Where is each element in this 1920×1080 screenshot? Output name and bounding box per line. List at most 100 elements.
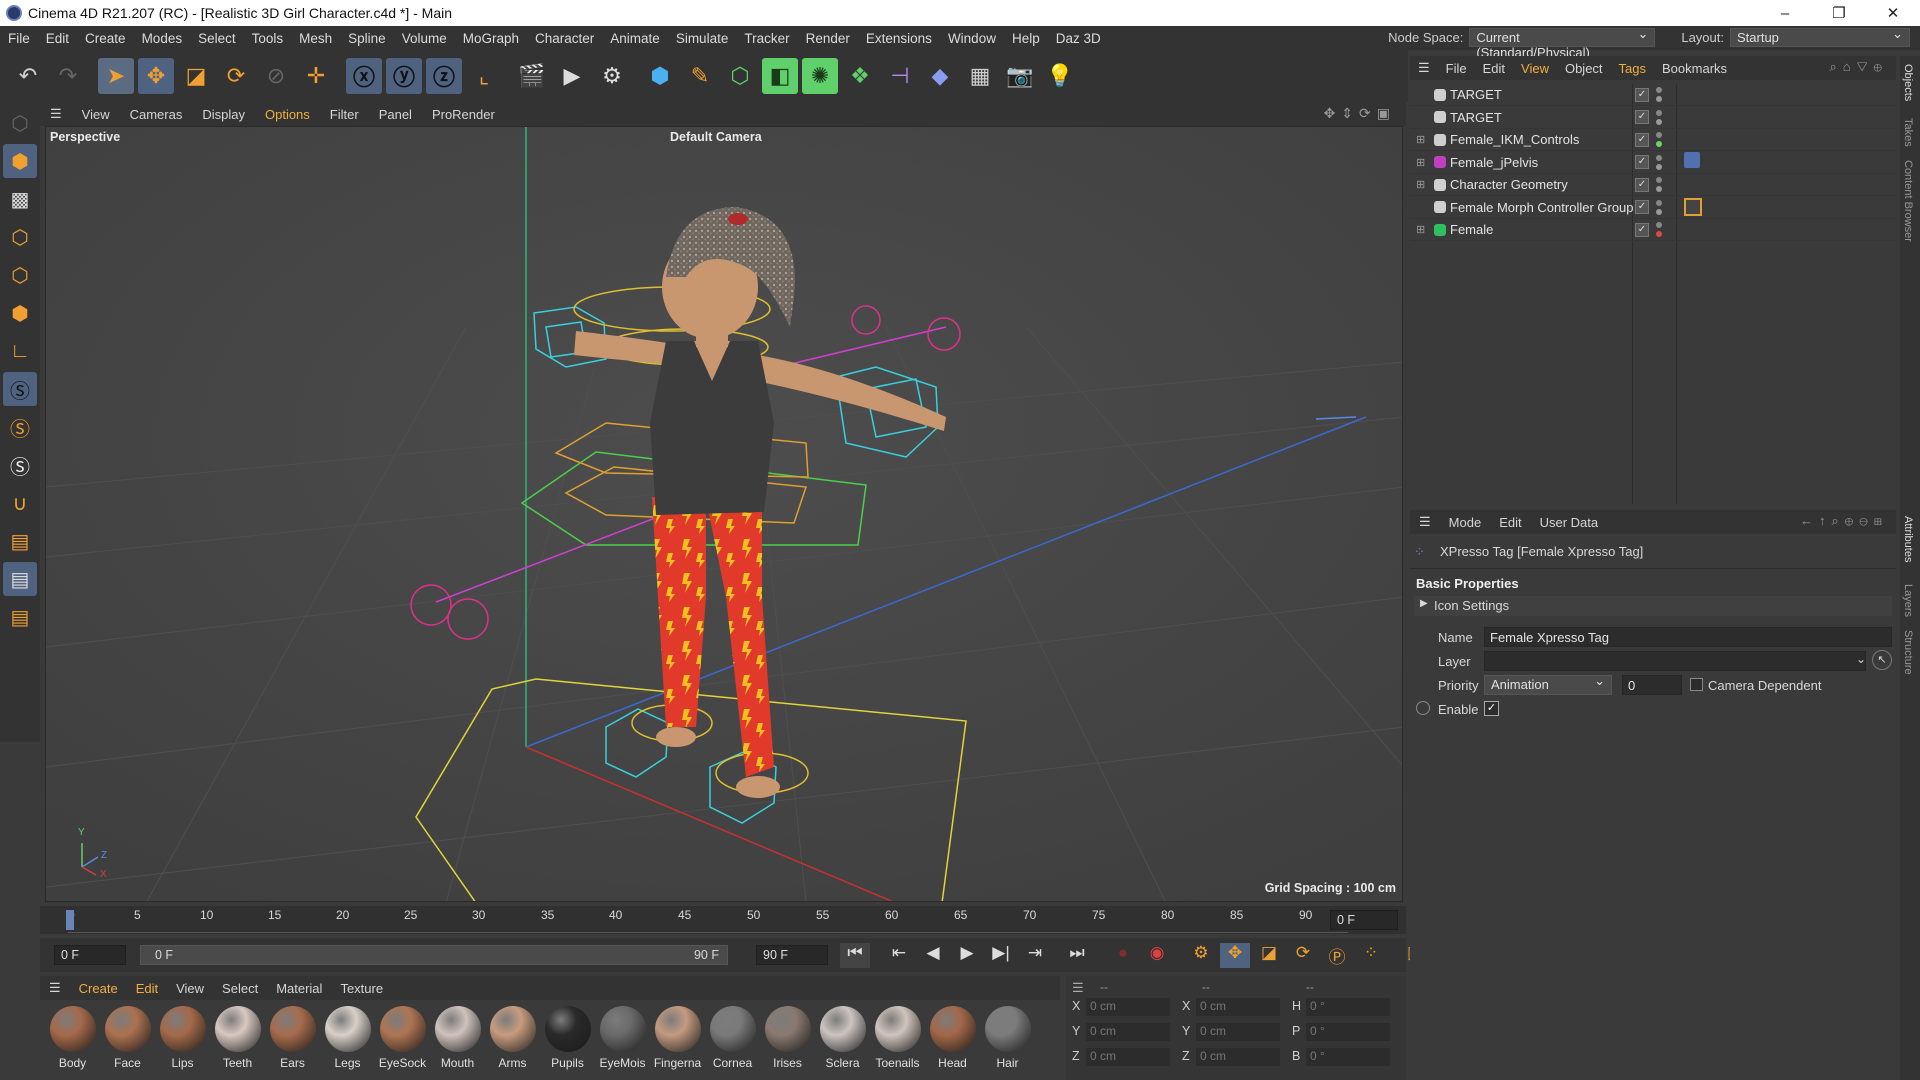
editor-visibility-dot[interactable] xyxy=(1656,132,1662,138)
coords-hamburger-icon[interactable]: ☰ xyxy=(1072,980,1084,996)
model-mode-icon[interactable]: ⬢ xyxy=(3,144,37,178)
viewport-menu-display[interactable]: Display xyxy=(192,107,255,122)
layer-check-icon[interactable]: ✓ xyxy=(1635,222,1649,237)
object-menu-edit[interactable]: Edit xyxy=(1475,61,1513,76)
render-visibility-dot[interactable] xyxy=(1656,231,1662,237)
material-swatch[interactable]: Hair xyxy=(980,1003,1035,1080)
layout-select[interactable]: Startup xyxy=(1730,26,1910,47)
frame-range-slider[interactable]: 0 F 90 F xyxy=(140,945,728,965)
attributes-menu-edit[interactable]: Edit xyxy=(1490,515,1530,530)
viewport-nav-icons[interactable]: ✥⇕⟳▣ xyxy=(1324,105,1396,122)
tab-content-browser[interactable]: Content Browser xyxy=(1902,160,1914,242)
material-swatch[interactable]: EyeSock xyxy=(375,1003,430,1080)
layer-check-icon[interactable]: ✓ xyxy=(1635,87,1649,102)
make-editable-icon[interactable]: ⬡ xyxy=(3,106,37,140)
menu-modes[interactable]: Modes xyxy=(134,31,191,46)
render-visibility-dot[interactable] xyxy=(1656,208,1662,215)
rotation-field[interactable]: 0 ° xyxy=(1306,1023,1390,1041)
object-row[interactable]: TARGET ✓ xyxy=(1410,84,1896,106)
scale-tool-icon[interactable]: ◪ xyxy=(178,58,214,94)
object-row[interactable]: ⊞ Character Geometry ✓ xyxy=(1410,174,1896,196)
size-field[interactable]: 0 cm xyxy=(1196,1048,1280,1066)
priority-select[interactable]: Animation xyxy=(1484,673,1612,695)
object-menu-tags[interactable]: Tags xyxy=(1611,61,1654,76)
node-space-select[interactable]: Current (Standard/Physical) xyxy=(1469,26,1656,60)
start-frame-field[interactable]: 0 F xyxy=(54,945,126,965)
next-key-icon[interactable]: ⇥ xyxy=(1020,943,1050,968)
material-swatch[interactable]: Cornea xyxy=(705,1003,760,1080)
viewport-menu-prorender[interactable]: ProRender xyxy=(422,107,505,122)
object-menu-view[interactable]: View xyxy=(1513,61,1557,76)
cloner-icon[interactable]: ❖ xyxy=(842,58,878,94)
menu-volume[interactable]: Volume xyxy=(394,31,455,46)
menu-extensions[interactable]: Extensions xyxy=(858,31,940,46)
object-row[interactable]: ⊞ Female_IKM_Controls ✓ xyxy=(1410,129,1896,151)
light-object-icon[interactable]: 💡 xyxy=(1042,58,1078,94)
layer-check-icon[interactable]: ✓ xyxy=(1635,110,1649,124)
maximize-button[interactable]: ❐ xyxy=(1812,0,1866,26)
layer-check-icon[interactable]: ✓ xyxy=(1635,200,1649,214)
layer-check-icon[interactable]: ✓ xyxy=(1635,177,1649,192)
play-icon[interactable]: ▶ xyxy=(952,943,982,968)
planar-workplane-icon[interactable]: ▤ xyxy=(3,600,37,634)
next-frame-icon[interactable]: ▶| xyxy=(986,943,1016,968)
object-menu-bookmarks[interactable]: Bookmarks xyxy=(1654,61,1735,76)
redo-icon[interactable]: ↷ xyxy=(50,58,86,94)
render-visibility-dot[interactable] xyxy=(1656,96,1662,102)
material-swatch[interactable]: Head xyxy=(925,1003,980,1080)
icon-settings-group[interactable]: ▶ Icon Settings xyxy=(1414,596,1892,616)
material-swatch[interactable]: Toenails xyxy=(870,1003,925,1080)
workplane-icon[interactable]: ▤ xyxy=(3,524,37,558)
x-axis-lock-icon[interactable]: ⓧ xyxy=(346,58,382,94)
expand-arrow-icon[interactable]: ▶ xyxy=(1420,598,1428,609)
material-swatch[interactable]: Teeth xyxy=(210,1003,265,1080)
material-menu-view[interactable]: View xyxy=(167,981,213,996)
attributes-nav-icons[interactable]: ←↑⌕⊕⊖⊞ xyxy=(1800,513,1888,529)
render-picture-viewer-icon[interactable]: ▶ xyxy=(554,58,590,94)
material-swatch[interactable]: Face xyxy=(100,1003,155,1080)
select-tool-icon[interactable]: ➤ xyxy=(98,58,134,94)
viewport-menu-filter[interactable]: Filter xyxy=(320,107,369,122)
object-name[interactable]: Character Geometry xyxy=(1450,177,1568,192)
key-scale-icon[interactable]: ◪ xyxy=(1254,943,1284,968)
expand-toggle-icon[interactable]: ⊞ xyxy=(1416,223,1425,236)
expand-toggle-icon[interactable]: ⊞ xyxy=(1416,178,1425,191)
menu-character[interactable]: Character xyxy=(527,31,602,46)
material-menu-texture[interactable]: Texture xyxy=(331,981,392,996)
editor-visibility-dot[interactable] xyxy=(1656,199,1662,206)
enable-checkbox[interactable]: ✓ xyxy=(1484,701,1499,716)
keyframe-selection-icon[interactable]: ⚙ xyxy=(1186,943,1216,968)
material-swatch[interactable]: EyeMois xyxy=(595,1003,650,1080)
editor-visibility-dot[interactable] xyxy=(1656,177,1662,183)
tab-attributes[interactable]: Attributes xyxy=(1902,516,1914,562)
menu-help[interactable]: Help xyxy=(1004,31,1048,46)
coordinate-system-icon[interactable]: ⌞ xyxy=(466,58,502,94)
menu-edit[interactable]: Edit xyxy=(38,31,77,46)
morph-tag-icon[interactable] xyxy=(1684,198,1702,216)
tab-layers[interactable]: Layers xyxy=(1902,584,1914,617)
material-swatch[interactable]: Irises xyxy=(760,1003,815,1080)
subdivision-icon[interactable]: ⬡ xyxy=(722,58,758,94)
menu-tools[interactable]: Tools xyxy=(244,31,292,46)
extrude-generator-icon[interactable]: ◧ xyxy=(762,58,798,94)
viewport-menu-panel[interactable]: Panel xyxy=(369,107,422,122)
position-field[interactable]: 0 cm xyxy=(1086,1048,1170,1066)
previous-frame-icon[interactable]: ◀ xyxy=(918,943,948,968)
menu-create[interactable]: Create xyxy=(77,31,134,46)
object-name[interactable]: Female xyxy=(1450,222,1493,237)
object-hamburger-icon[interactable]: ☰ xyxy=(1410,60,1438,76)
y-axis-lock-icon[interactable]: ⓨ xyxy=(386,58,422,94)
material-swatch[interactable]: Lips xyxy=(155,1003,210,1080)
solo-hierarchy-icon[interactable]: Ⓢ xyxy=(3,448,37,482)
render-visibility-dot[interactable] xyxy=(1656,118,1662,125)
menu-tracker[interactable]: Tracker xyxy=(736,31,797,46)
deformer-icon[interactable]: ⊣ xyxy=(882,58,918,94)
name-input[interactable]: Female Xpresso Tag xyxy=(1484,627,1892,647)
layer-field[interactable] xyxy=(1484,651,1866,671)
object-menu-file[interactable]: File xyxy=(1438,61,1475,76)
tab-objects[interactable]: Objects xyxy=(1902,64,1914,101)
material-swatch[interactable]: Ears xyxy=(265,1003,320,1080)
object-name[interactable]: Female_jPelvis xyxy=(1450,155,1538,170)
key-rotation-icon[interactable]: ⟳ xyxy=(1288,943,1318,968)
menu-mesh[interactable]: Mesh xyxy=(291,31,340,46)
